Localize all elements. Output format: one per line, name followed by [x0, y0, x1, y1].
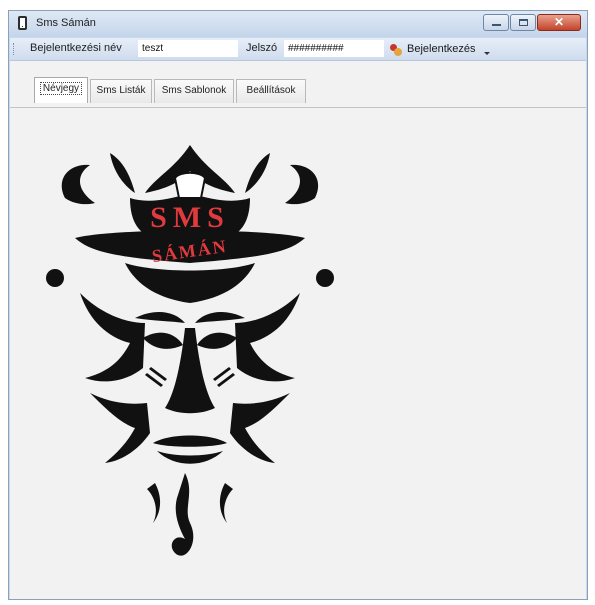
maximize-button[interactable]	[510, 14, 536, 31]
tab-nevjegy-label: Névjegy	[39, 82, 83, 95]
logo-text-sms: SMS	[150, 201, 230, 234]
tab-beallitasok[interactable]: Beállítások	[236, 79, 306, 103]
keys-icon	[390, 43, 403, 56]
tab-strip: Névjegy Sms Listák Sms Sablonok Beállítá…	[10, 61, 586, 108]
toolbar-grip[interactable]	[13, 43, 16, 55]
title-bar[interactable]: Sms Sámán ✕	[9, 11, 587, 37]
login-button-label: Bejelentkezés	[407, 43, 476, 55]
maximize-icon	[519, 19, 528, 26]
phone-icon	[18, 16, 27, 30]
password-label: Jelszó	[246, 42, 278, 54]
tab-nevjegy[interactable]: Névjegy	[34, 77, 88, 103]
about-panel: SMS SÁMÁN	[10, 108, 586, 599]
login-toolbar: Bejelentkezési név teszt Jelszó ########…	[10, 38, 586, 61]
window-title: Sms Sámán	[36, 17, 96, 29]
tab-sms-sablonok[interactable]: Sms Sablonok	[154, 79, 234, 103]
tab-beallitasok-label: Beállítások	[246, 85, 296, 96]
close-icon: ✕	[553, 15, 565, 29]
app-window: Sms Sámán ✕ Bejelentkezési név teszt Jel…	[8, 10, 588, 600]
sms-saman-logo: SMS SÁMÁN	[46, 145, 334, 556]
tab-sms-sablonok-label: Sms Sablonok	[161, 85, 227, 96]
close-button[interactable]: ✕	[537, 14, 581, 31]
password-field[interactable]: ##########	[284, 40, 384, 57]
username-field[interactable]: teszt	[138, 40, 238, 57]
tab-sms-listak-label: Sms Listák	[96, 85, 146, 96]
dropdown-arrow-icon[interactable]	[483, 51, 490, 55]
login-button[interactable]: Bejelentkezés	[390, 40, 490, 58]
tab-sms-listak[interactable]: Sms Listák	[90, 79, 152, 103]
username-label: Bejelentkezési név	[30, 42, 122, 54]
minimize-button[interactable]	[483, 14, 509, 31]
minimize-icon	[492, 24, 501, 26]
